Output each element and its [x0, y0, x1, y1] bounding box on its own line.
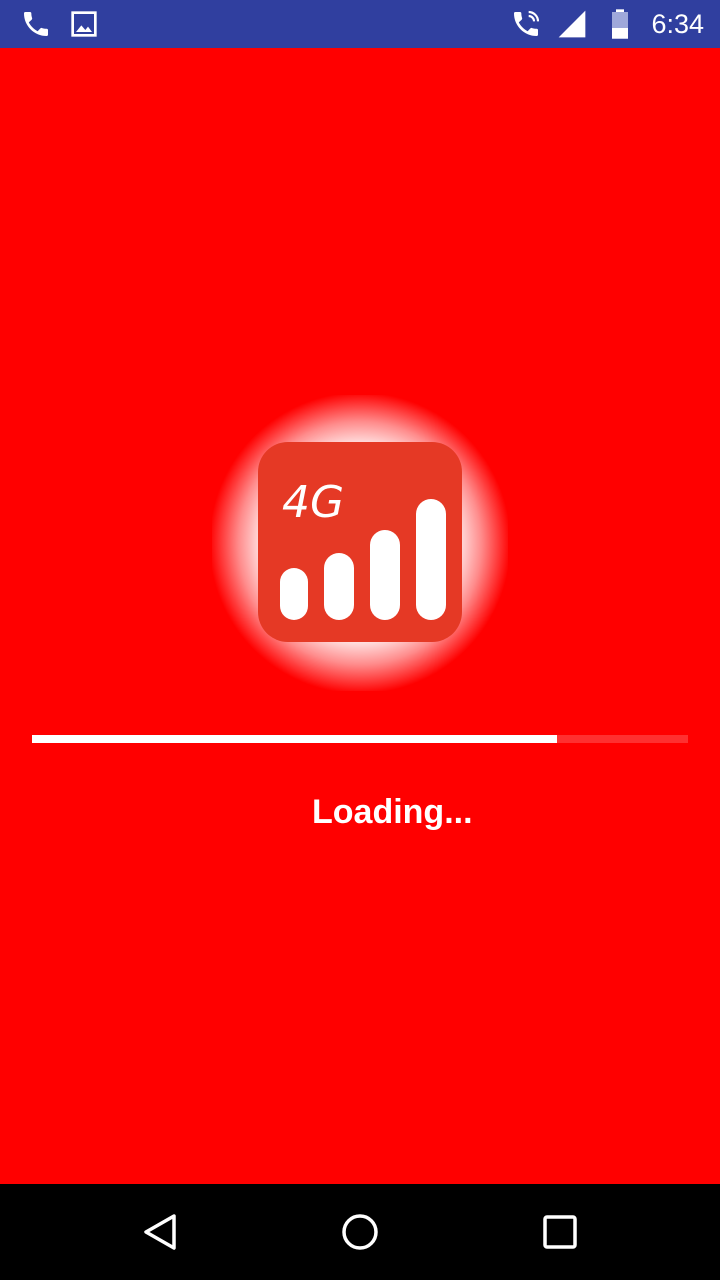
- navigation-bar: [0, 1184, 720, 1280]
- loading-progress-bar: [32, 735, 688, 743]
- signal-bars-icon: 4G: [258, 442, 462, 642]
- loading-label: Loading...: [312, 793, 473, 831]
- logo-text: 4G: [282, 477, 344, 528]
- status-bar: 6:34: [0, 0, 720, 48]
- signal-icon: [556, 8, 588, 40]
- home-icon[interactable]: [336, 1208, 384, 1256]
- image-icon: [68, 8, 100, 40]
- app-logo: 4G: [212, 395, 508, 691]
- back-icon[interactable]: [136, 1208, 184, 1256]
- phone-icon: [20, 8, 52, 40]
- splash-screen: 4G Loading...: [0, 48, 720, 1184]
- recents-icon[interactable]: [536, 1208, 584, 1256]
- wifi-calling-icon: [510, 8, 542, 40]
- status-time: 6:34: [651, 9, 704, 39]
- progress-fill: [32, 735, 557, 743]
- battery-icon: [604, 8, 636, 40]
